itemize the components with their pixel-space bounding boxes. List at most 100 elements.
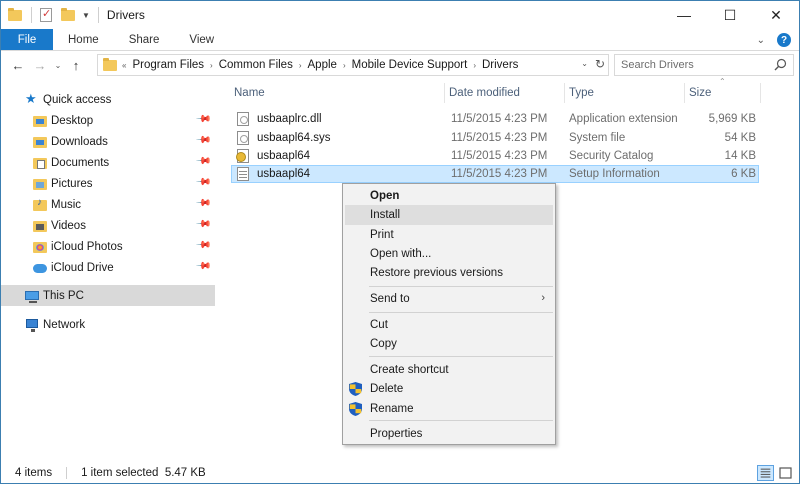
tab-home[interactable]: Home [53, 29, 114, 50]
maximize-button[interactable]: ☐ [707, 1, 753, 29]
file-row[interactable]: usbaaplrc.dll 11/5/2015 4:23 PM Applicat… [231, 110, 759, 128]
music-folder-icon [33, 197, 47, 212]
nav-item-icloud-photos[interactable]: iCloud Photos 📌 [1, 236, 215, 257]
pin-icon[interactable]: 📌 [194, 111, 211, 128]
menu-item-rename[interactable]: Rename [345, 399, 553, 419]
column-header-name[interactable]: Name [231, 83, 445, 103]
file-name: usbaapl64.sys [257, 132, 331, 144]
menu-item-open[interactable]: Open [345, 186, 553, 206]
file-type: System file [569, 132, 626, 144]
forward-button[interactable]: → [29, 54, 51, 76]
ribbon-tabs: File Home Share View ⌄ ? [1, 29, 799, 51]
folder-icon [7, 7, 23, 23]
nav-item-this-pc[interactable]: This PC [1, 285, 215, 306]
file-row[interactable]: usbaapl64 11/5/2015 4:23 PM Security Cat… [231, 147, 759, 165]
back-button[interactable]: ← [7, 54, 29, 76]
pin-icon[interactable]: 📌 [194, 195, 211, 212]
breadcrumb-separator-icon[interactable]: › [299, 61, 302, 70]
pin-icon[interactable]: 📌 [194, 258, 211, 275]
nav-item-label: Downloads [51, 135, 108, 148]
menu-item-print[interactable]: Print [345, 225, 553, 245]
explorer-window: ▼ Drivers — ☐ ✕ File Home Share View ⌄ ?… [0, 0, 800, 484]
breadcrumb-mobile-device-support[interactable]: Mobile Device Support [352, 59, 468, 71]
column-header-size[interactable]: Size [686, 83, 761, 103]
recent-locations-dropdown[interactable]: ⌄ [51, 54, 65, 76]
breadcrumb-separator-icon[interactable]: › [473, 61, 476, 70]
file-name: usbaapl64 [257, 168, 311, 180]
pin-icon[interactable]: 📌 [194, 237, 211, 254]
menu-item-delete[interactable]: Delete [345, 379, 553, 399]
properties-check-icon[interactable] [38, 7, 54, 23]
expand-ribbon-icon[interactable]: ⌄ [757, 35, 765, 46]
search-box[interactable] [614, 54, 794, 76]
menu-item-install[interactable]: Install [345, 205, 553, 225]
search-input[interactable] [621, 59, 771, 71]
file-row-selected[interactable]: usbaapl64 11/5/2015 4:23 PM Setup Inform… [231, 165, 759, 183]
status-divider [66, 467, 68, 479]
documents-folder-icon [33, 156, 47, 170]
nav-item-network[interactable]: Network [1, 314, 215, 335]
close-button[interactable]: ✕ [753, 1, 799, 29]
breadcrumb-drivers[interactable]: Drivers [482, 59, 518, 71]
menu-separator [369, 312, 553, 313]
nav-item-label: iCloud Photos [51, 240, 123, 253]
nav-item-documents[interactable]: Documents 📌 [1, 152, 215, 173]
menu-item-cut[interactable]: Cut [345, 315, 553, 335]
address-dropdown-icon[interactable]: ⌄ [581, 59, 588, 68]
menu-item-copy[interactable]: Copy [345, 334, 553, 354]
file-date: 11/5/2015 4:23 PM [451, 132, 548, 144]
minimize-button[interactable]: — [661, 1, 707, 29]
menu-item-send-to[interactable]: Send to › [345, 289, 553, 309]
nav-item-label: Videos [51, 219, 86, 232]
customize-toolbar-dropdown-icon[interactable]: ▼ [82, 11, 90, 20]
file-date: 11/5/2015 4:23 PM [451, 150, 548, 162]
nav-item-icloud-drive[interactable]: iCloud Drive 📌 [1, 257, 215, 278]
nav-item-label: Network [43, 318, 86, 331]
nav-item-label: Documents [51, 156, 110, 169]
help-icon[interactable]: ? [777, 33, 791, 47]
pin-icon[interactable]: 📌 [194, 216, 211, 233]
large-icons-view-icon[interactable] [777, 465, 794, 481]
breadcrumb-program-files[interactable]: Program Files [132, 59, 204, 71]
menu-separator [369, 356, 553, 357]
folder-icon [102, 57, 118, 73]
nav-item-music[interactable]: Music 📌 [1, 194, 215, 215]
address-bar[interactable]: « Program Files › Common Files › Apple ›… [97, 54, 609, 76]
breadcrumb-common-files[interactable]: Common Files [219, 59, 293, 71]
menu-item-open-with[interactable]: Open with... [345, 244, 553, 264]
refresh-icon[interactable]: ↻ [595, 57, 605, 71]
search-icon[interactable] [774, 58, 787, 71]
file-row[interactable]: usbaapl64.sys 11/5/2015 4:23 PM System f… [231, 129, 759, 147]
menu-item-restore-previous-versions[interactable]: Restore previous versions [345, 263, 553, 283]
uac-shield-icon [349, 402, 362, 416]
nav-item-downloads[interactable]: Downloads 📌 [1, 131, 215, 152]
breadcrumb-overflow-icon[interactable]: « [122, 61, 126, 70]
uac-shield-icon [349, 382, 362, 396]
pin-icon[interactable]: 📌 [194, 174, 211, 191]
tab-view[interactable]: View [174, 29, 229, 50]
nav-item-pictures[interactable]: Pictures 📌 [1, 173, 215, 194]
up-button[interactable]: ↑ [65, 54, 87, 76]
breadcrumb-apple[interactable]: Apple [308, 59, 337, 71]
tab-file[interactable]: File [1, 29, 53, 50]
pin-icon[interactable]: 📌 [194, 153, 211, 170]
pin-icon[interactable]: 📌 [194, 132, 211, 149]
tab-share[interactable]: Share [114, 29, 175, 50]
nav-item-videos[interactable]: Videos 📌 [1, 215, 215, 236]
videos-folder-icon [33, 219, 47, 233]
nav-item-label: Desktop [51, 114, 94, 127]
context-menu: Open Install Print Open with... Restore … [342, 183, 556, 445]
menu-item-create-shortcut[interactable]: Create shortcut [345, 360, 553, 380]
submenu-arrow-icon: › [541, 292, 545, 304]
nav-item-quick-access[interactable]: ★ Quick access [1, 89, 215, 110]
menu-item-properties[interactable]: Properties [345, 424, 553, 444]
column-header-date-modified[interactable]: Date modified [446, 83, 565, 103]
breadcrumb-separator-icon[interactable]: › [343, 61, 346, 70]
window-controls: — ☐ ✕ [661, 1, 799, 29]
breadcrumb-separator-icon[interactable]: › [210, 61, 213, 70]
column-header-type[interactable]: Type [566, 83, 685, 103]
nav-item-label: Quick access [43, 93, 112, 106]
details-view-icon[interactable] [757, 465, 774, 481]
nav-item-desktop[interactable]: Desktop 📌 [1, 110, 215, 131]
new-folder-icon[interactable] [60, 7, 76, 23]
